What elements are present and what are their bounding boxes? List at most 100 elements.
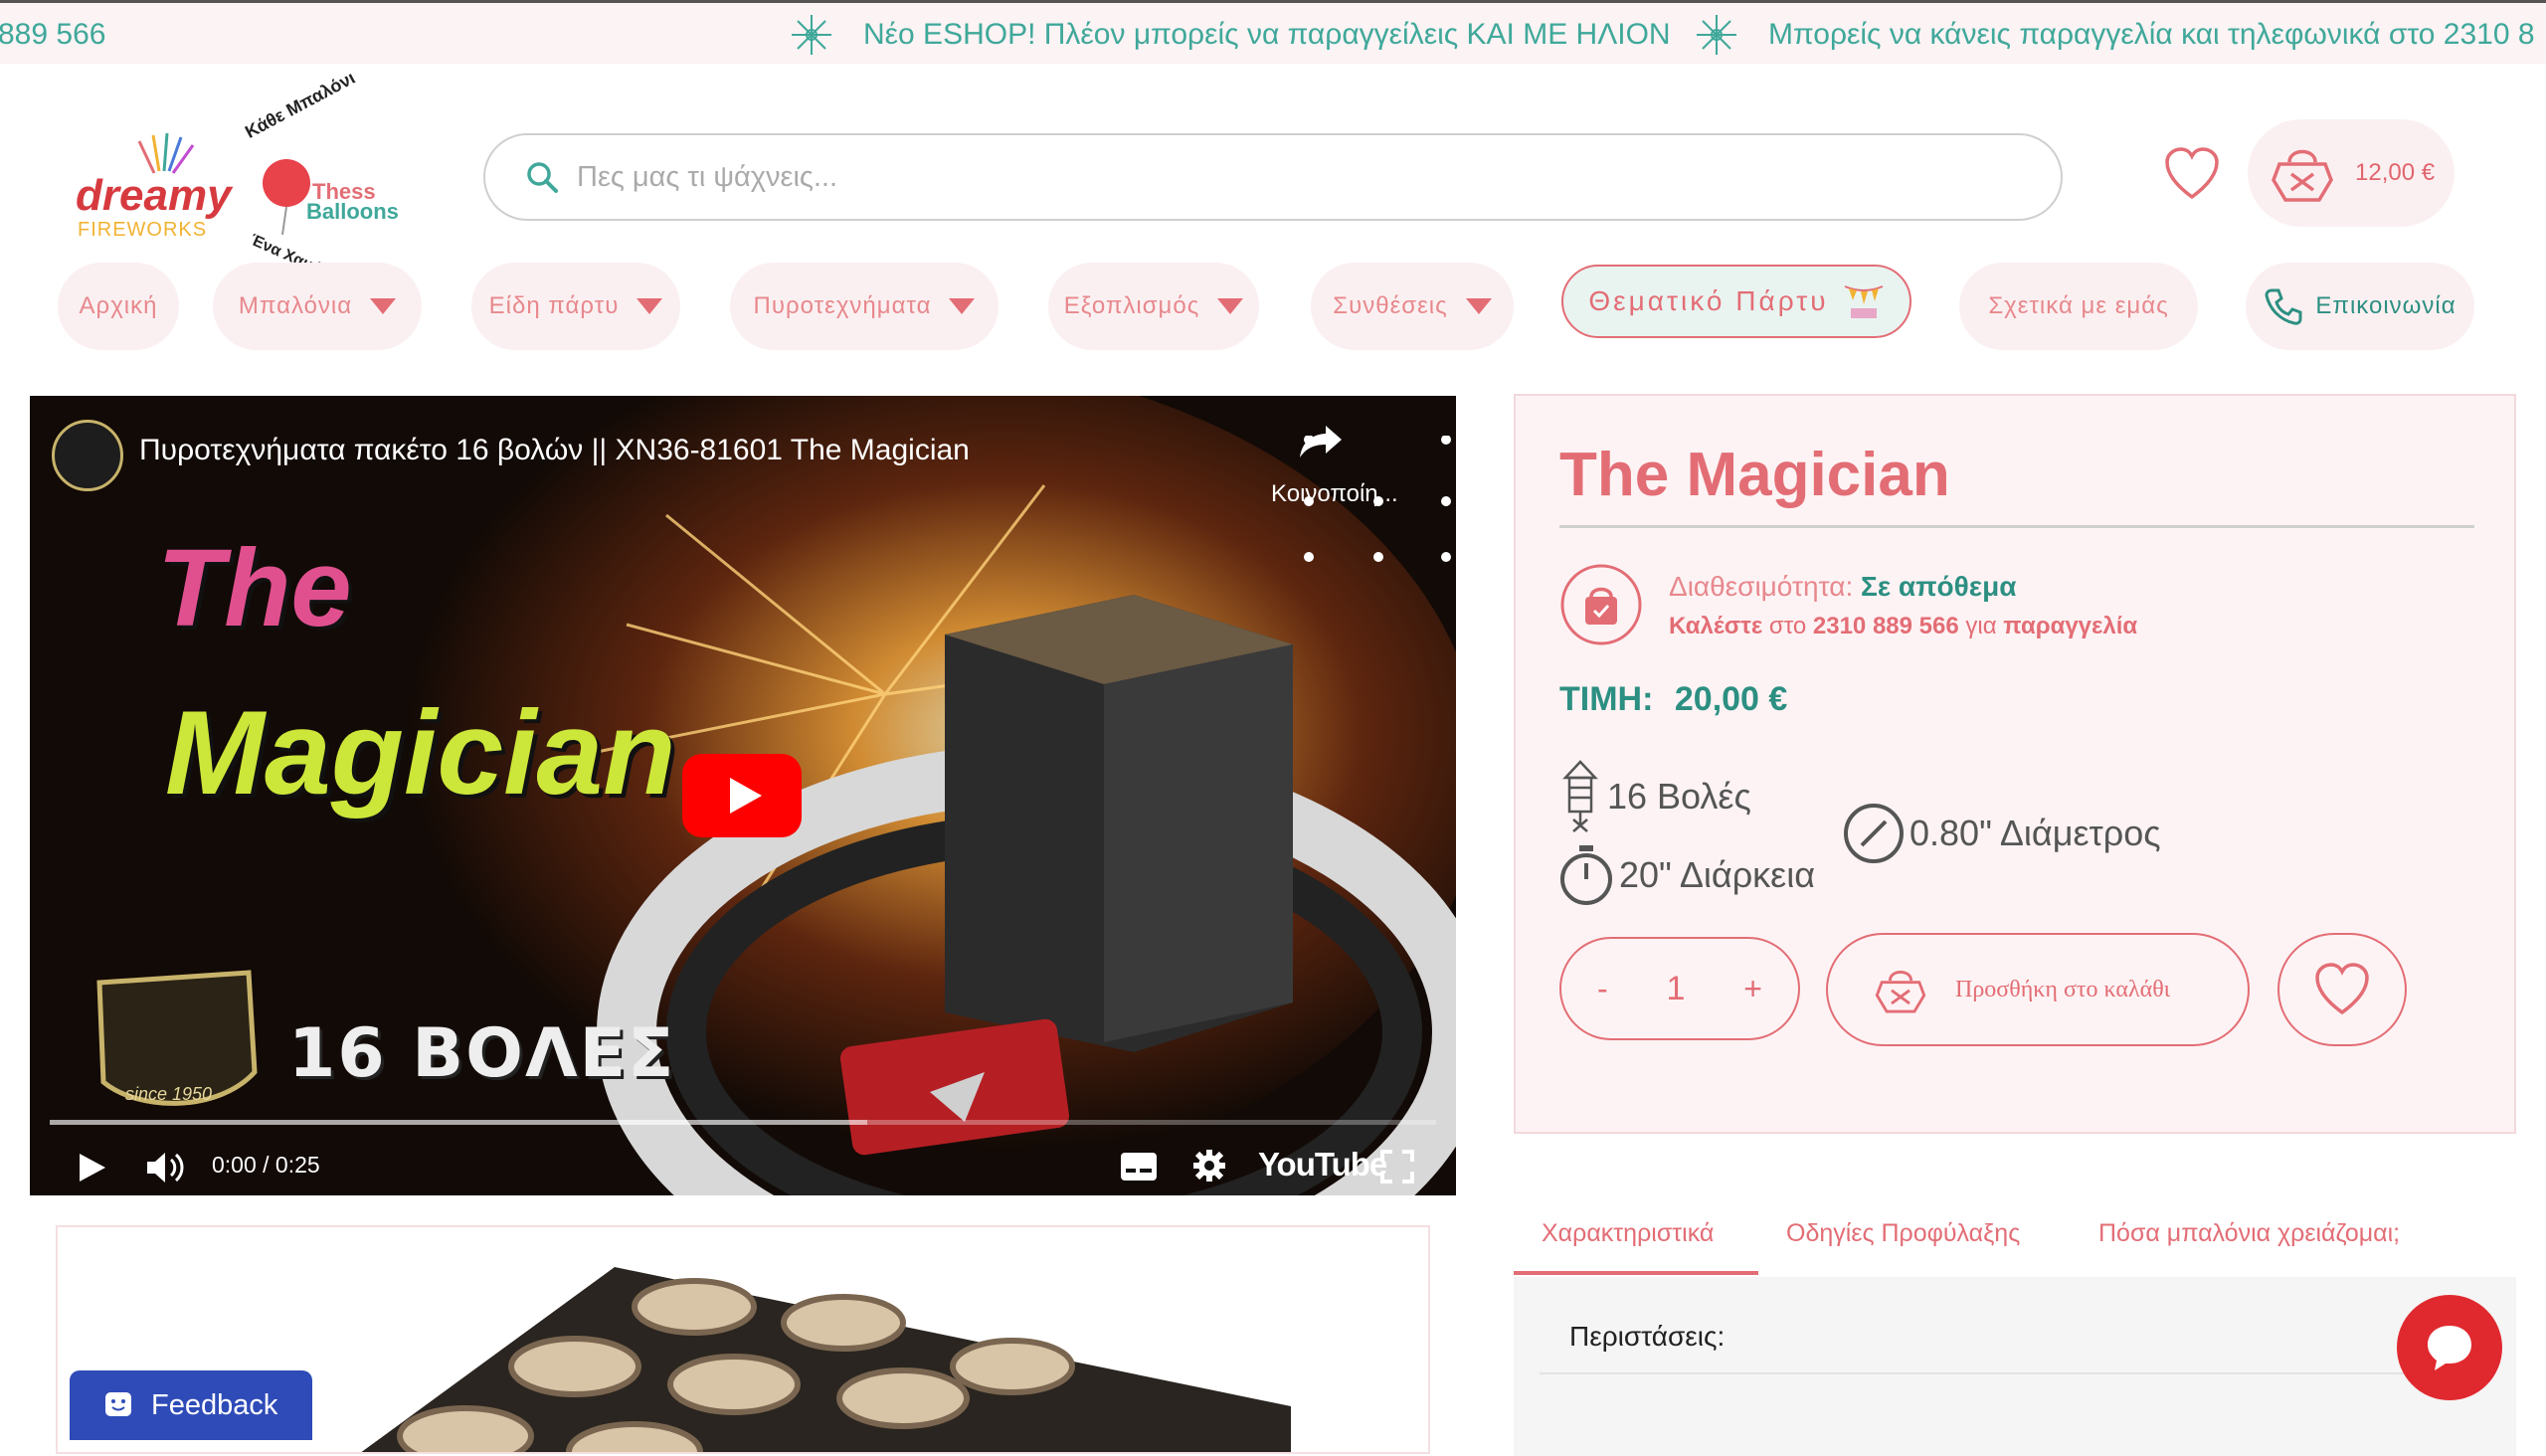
ticker-item: Μπορείς να κάνεις παραγγελία και τηλεφων… <box>1695 13 2535 57</box>
main-navigation: Αρχική Μπαλόνια Είδη πάρτυ Πυροτεχνήματα… <box>0 263 2546 352</box>
chevron-down-icon <box>1217 298 1244 314</box>
more-dots-icon <box>1304 436 1451 562</box>
sparkle-icon <box>1697 15 1736 55</box>
nav-balloons[interactable]: Μπαλόνια <box>213 263 422 350</box>
heart-icon <box>2315 963 2369 1015</box>
chevron-down-icon <box>636 298 663 314</box>
video-title[interactable]: Πυροτεχνήματα πακέτο 16 βολών || XN36-81… <box>139 434 970 467</box>
video-controls: 0:00 / 0:25 YouTube <box>30 1136 1456 1195</box>
cart-button[interactable]: 12,00 € <box>2248 119 2455 227</box>
volume-icon[interactable] <box>145 1150 187 1185</box>
youtube-play-icon[interactable] <box>682 754 802 837</box>
ticker-text: Μπορείς να κάνεις παραγγελία και τηλεφων… <box>1768 18 2535 51</box>
ticker-item: Νέο ESHOP! Πλέον μπορείς να παραγγείλεις… <box>790 13 1671 57</box>
subtitles-icon[interactable] <box>1120 1152 1158 1182</box>
feedback-label: Feedback <box>151 1388 278 1421</box>
nav-compositions[interactable]: Συνθέσεις <box>1311 263 1514 350</box>
tab-panel: Περιστάσεις: <box>1514 1277 2516 1456</box>
rocket-icon <box>1562 760 1598 832</box>
call-text: στο <box>1768 613 1807 639</box>
wishlist-heart-icon[interactable] <box>2164 147 2220 201</box>
tab-features[interactable]: Χαρακτηριστικά <box>1542 1219 1714 1248</box>
feedback-button[interactable]: Feedback <box>70 1370 312 1440</box>
tab-panel-divider <box>1540 1372 2494 1374</box>
tab-safety[interactable]: Οδηγίες Προφύλαξης <box>1786 1219 2020 1248</box>
video-time: 0:00 / 0:25 <box>212 1152 320 1178</box>
chevron-down-icon <box>370 298 397 314</box>
search-bar[interactable] <box>483 133 2063 221</box>
tab-panel-heading: Περιστάσεις: <box>1569 1321 1726 1352</box>
tab-balloons-calc[interactable]: Πόσα μπαλόνια χρειάζομαι; <box>2098 1219 2400 1248</box>
search-input[interactable] <box>577 160 1969 194</box>
nav-equipment[interactable]: Εξοπλισμός <box>1048 263 1259 350</box>
spec-shots: 16 Βολές <box>1557 760 1751 833</box>
quantity-stepper: - 1 + <box>1559 937 1800 1040</box>
chat-widget-button[interactable] <box>2397 1295 2502 1400</box>
nav-fireworks[interactable]: Πυροτεχνήματα <box>730 263 999 350</box>
price-value: 20,00 € <box>1674 680 1788 718</box>
tab-active-indicator <box>1514 1271 1758 1275</box>
video-shots-label: 16 ΒΟΛΕΣ <box>288 1014 676 1093</box>
nav-label: Πυροτεχνήματα <box>753 292 932 319</box>
site-logo[interactable]: dreamy FIREWORKS Κάθε Μπαλόνι Thess Ball… <box>70 68 418 292</box>
spec-shots-value: 16 Βολές <box>1607 776 1751 817</box>
add-to-wishlist-button[interactable] <box>2277 933 2407 1046</box>
call-text: για <box>1965 613 1997 639</box>
shopping-bag-icon <box>1560 564 1642 645</box>
call-to-order: Καλέστε στο 2310 889 566 για παραγγελία <box>1669 613 2137 640</box>
availability-value: Σε απόθεμα <box>1861 571 2017 602</box>
youtube-logo[interactable]: YouTube <box>1258 1146 1387 1183</box>
price: ΤΙΜΗ: 20,00 € <box>1559 680 1787 719</box>
add-to-cart-button[interactable]: Προσθήκη στο καλάθι <box>1826 933 2250 1046</box>
call-phone[interactable]: 2310 889 566 <box>1813 613 1959 639</box>
chat-bubble-icon <box>2428 1326 2471 1370</box>
nav-label: Συνθέσεις <box>1333 292 1448 319</box>
nav-contact[interactable]: Επικοινωνία <box>2246 263 2474 350</box>
nav-label: Αρχική <box>79 292 158 319</box>
qty-decrease-button[interactable]: - <box>1597 971 1608 1007</box>
qty-increase-button[interactable]: + <box>1743 971 1762 1007</box>
call-text: παραγγελία <box>2003 613 2138 639</box>
announcement-ticker: 889 566 Νέο ESHOP! Πλέον μπορείς να παρα… <box>0 0 2546 64</box>
stopwatch-icon <box>1560 845 1612 905</box>
qty-value[interactable]: 1 <box>1667 970 1686 1008</box>
basket-icon <box>1875 970 1926 1013</box>
nav-about[interactable]: Σχετικά με εμάς <box>1959 263 2198 350</box>
spec-diameter-value: 0.80" Διάμετρος <box>1910 813 2161 853</box>
video-overlay-title-2: Magician <box>165 686 676 819</box>
smile-chat-icon <box>105 1392 131 1416</box>
nav-theme-party[interactable]: Θεματικό Πάρτυ <box>1561 265 1911 338</box>
logo-brand-sub: FIREWORKS <box>78 219 208 241</box>
cart-total: 12,00 € <box>2355 159 2436 186</box>
fullscreen-icon[interactable] <box>1380 1150 1414 1183</box>
search-icon <box>527 162 558 193</box>
ticker-text: Νέο ESHOP! Πλέον μπορείς να παραγγείλεις… <box>863 18 1671 51</box>
basket-icon <box>2272 149 2333 202</box>
nav-party[interactable]: Είδη πάρτυ <box>471 263 680 350</box>
add-to-cart-label: Προσθήκη στο καλάθι <box>1955 976 2171 1002</box>
nav-label: Σχετικά με εμάς <box>1988 292 2169 319</box>
chevron-down-icon <box>1465 298 1492 314</box>
logo-brand-main: dreamy <box>76 171 232 220</box>
product-video-player[interactable]: The Magician 16 ΒΟΛΕΣ since 1950 Πυροτεχ… <box>30 396 1456 1195</box>
nav-label: Επικοινωνία <box>2315 292 2456 319</box>
nav-home[interactable]: Αρχική <box>58 263 179 350</box>
spec-duration-value: 20" Διάρκεια <box>1619 854 1816 895</box>
diameter-icon <box>1844 804 1904 863</box>
video-overlay-title-1: The <box>157 527 352 649</box>
video-buffered <box>50 1120 868 1125</box>
spec-diameter: 0.80" Διάμετρος <box>1842 802 2161 865</box>
video-progress-bar[interactable] <box>50 1120 1436 1125</box>
phone-icon <box>2265 288 2302 325</box>
play-icon[interactable] <box>78 1152 107 1183</box>
product-info-card: The Magician Διαθεσιμότητα: Σε απόθεμα Κ… <box>1514 394 2516 1134</box>
channel-avatar[interactable] <box>52 420 123 491</box>
price-label: ΤΙΜΗ: <box>1559 680 1654 718</box>
settings-gear-icon[interactable] <box>1191 1148 1227 1183</box>
chevron-down-icon <box>949 298 976 314</box>
call-text: Καλέστε <box>1669 613 1763 639</box>
product-title: The Magician <box>1559 441 1950 509</box>
video-since-label: since 1950 <box>125 1084 213 1104</box>
party-flags-icon <box>1844 285 1883 318</box>
ticker-phone-fragment: 889 566 <box>0 18 106 51</box>
